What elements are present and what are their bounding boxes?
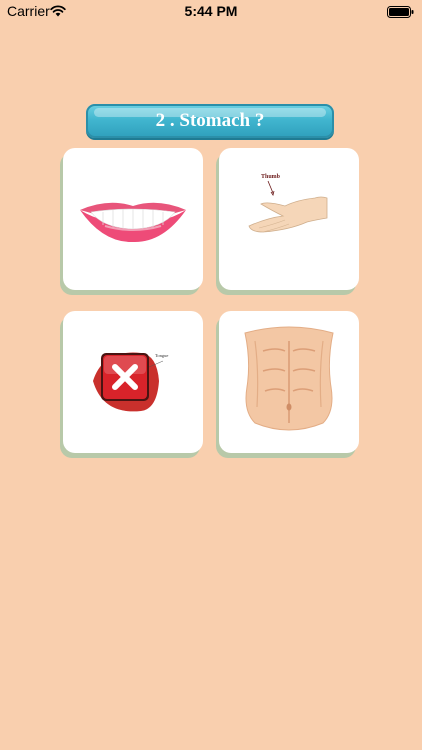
x-icon [101, 353, 149, 401]
question-banner: 2 . Stomach ? [86, 104, 334, 138]
stomach-image [244, 326, 334, 431]
clock-time: 5:44 PM [184, 3, 238, 19]
lips-image [80, 202, 186, 243]
battery-icon [387, 5, 414, 23]
status-bar: Carrier 5:44 PM [0, 0, 422, 22]
wrong-answer-mark [100, 352, 150, 402]
tongue-label: Tongue [155, 353, 168, 358]
option-card-thumb[interactable]: Thumb [219, 148, 359, 290]
question-text: 2 . Stomach ? [155, 110, 265, 131]
thumb-image: Thumb [248, 174, 328, 233]
option-card-stomach[interactable] [219, 311, 359, 453]
option-card-lips[interactable] [63, 148, 203, 290]
option-card-tongue[interactable]: Tongue [63, 311, 203, 453]
thumb-label: Thumb [261, 174, 281, 180]
